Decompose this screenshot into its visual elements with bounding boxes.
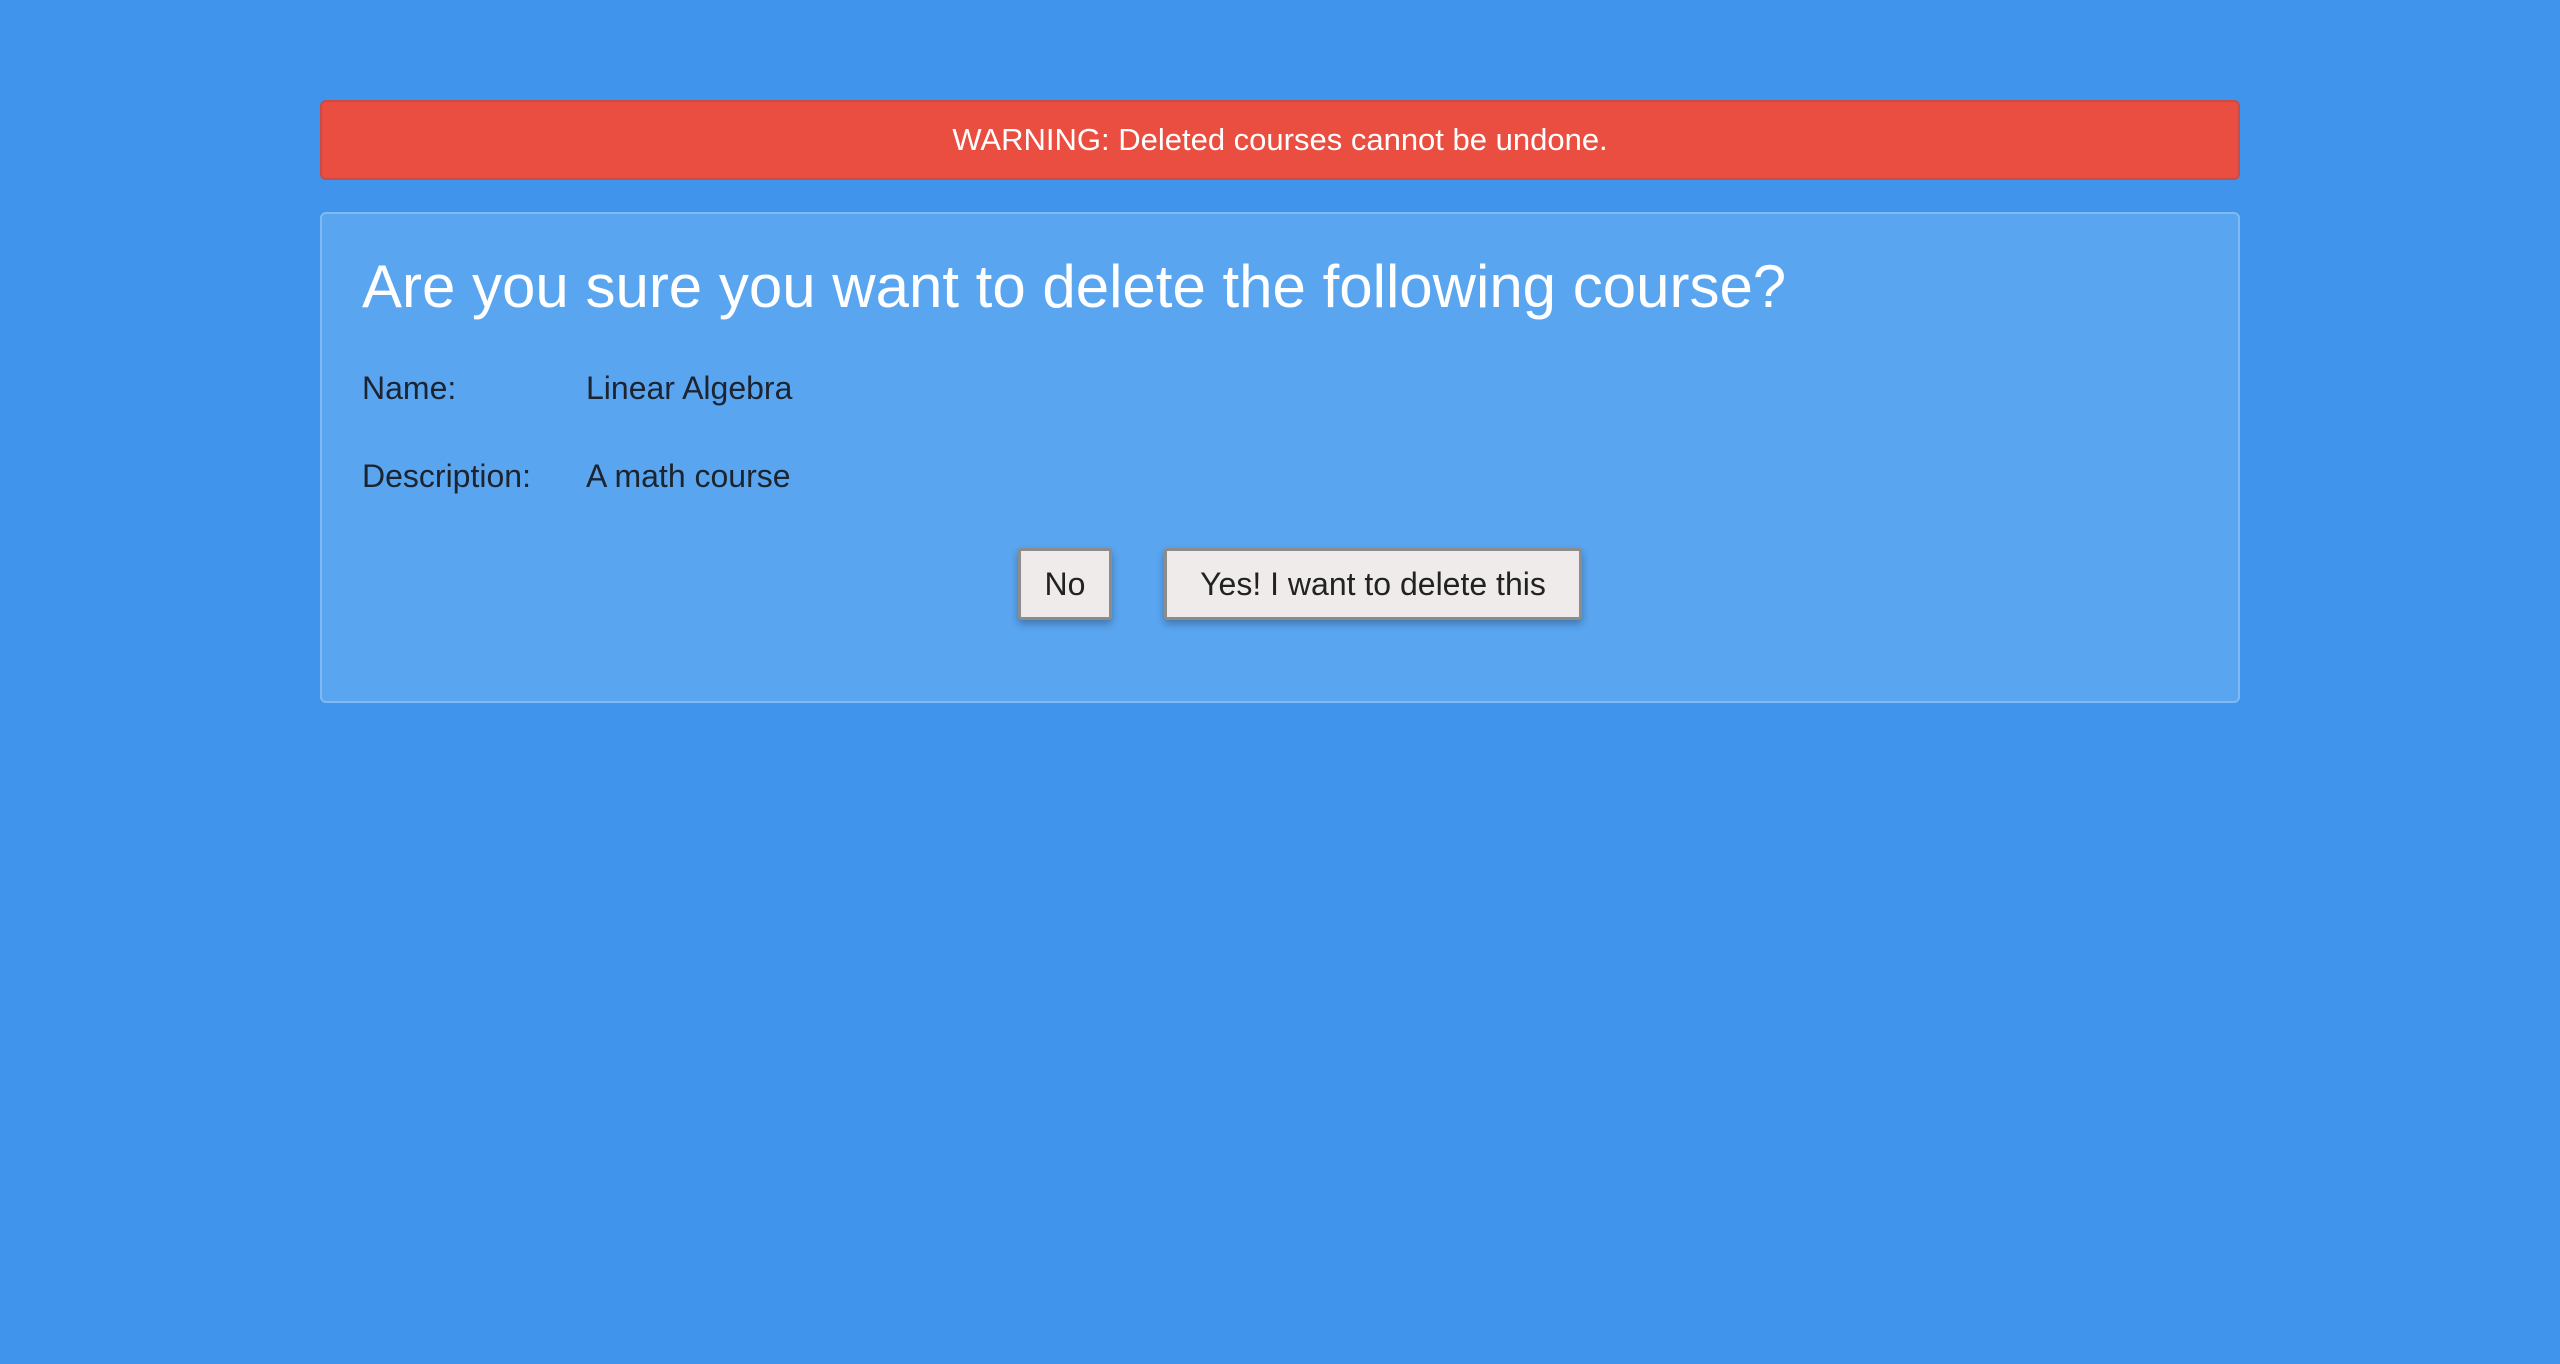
warning-text: WARNING: Deleted courses cannot be undon…: [952, 122, 1608, 157]
dialog-title: Are you sure you want to delete the foll…: [362, 253, 1787, 320]
course-name-value: Linear Algebra: [586, 369, 793, 406]
delete-confirmation-panel: Are you sure you want to delete the foll…: [320, 212, 2240, 703]
course-description-value: A math course: [586, 457, 791, 494]
no-button[interactable]: No: [1018, 548, 1112, 620]
course-name-row: Name: Linear Algebra: [362, 368, 792, 408]
course-description-row: Description: A math course: [362, 456, 791, 496]
confirm-delete-button[interactable]: Yes! I want to delete this: [1164, 548, 1582, 620]
course-name-label: Name:: [362, 369, 457, 406]
course-description-label: Description:: [362, 457, 531, 494]
warning-banner: WARNING: Deleted courses cannot be undon…: [320, 100, 2240, 180]
